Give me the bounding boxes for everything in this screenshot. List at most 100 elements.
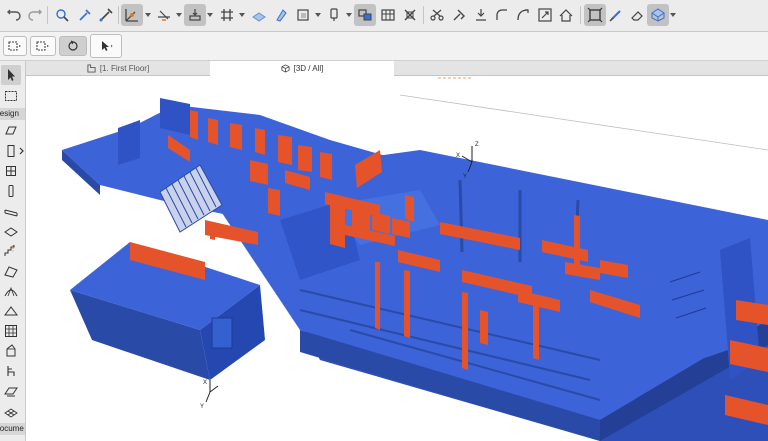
guide-lines-button[interactable] — [153, 4, 175, 26]
eraser-button[interactable] — [626, 4, 648, 26]
skylight-tool[interactable] — [1, 301, 21, 321]
gravity-button[interactable] — [184, 4, 206, 26]
curtain-wall-tool[interactable] — [1, 321, 21, 341]
layer-icon — [276, 9, 287, 22]
3d-cube-icon — [587, 7, 603, 23]
door-tool[interactable] — [1, 141, 21, 161]
find-select-button[interactable] — [51, 4, 73, 26]
pointer-tool-button[interactable] — [90, 34, 122, 58]
3d-view-dropdown[interactable] — [670, 11, 676, 19]
tab-first-floor[interactable]: [1. First Floor] — [26, 61, 210, 76]
toolbar-separator — [47, 6, 48, 24]
pointer-icon — [8, 69, 15, 81]
toolbox-collapse-marker[interactable]: ⋮ — [0, 243, 25, 255]
fillet-icon — [496, 9, 507, 20]
3d-view-button[interactable] — [647, 4, 669, 26]
marquee-button[interactable] — [584, 4, 606, 26]
shell-tool[interactable] — [1, 281, 21, 301]
renovation-dropdown[interactable] — [315, 11, 321, 19]
snap-guides-dropdown[interactable] — [145, 11, 151, 19]
layer-button[interactable] — [270, 4, 292, 26]
curtain-wall-icon — [5, 325, 17, 337]
slab-tool[interactable] — [1, 221, 21, 241]
trace-icon — [330, 8, 338, 21]
suspend-groups-icon — [252, 12, 266, 22]
3d-viewport[interactable]: Z X Y X Y — [26, 76, 768, 441]
split-button[interactable] — [426, 4, 448, 26]
chevron-down-icon — [145, 12, 151, 17]
toolbar-separator — [580, 6, 581, 24]
guide-lines-dropdown[interactable] — [176, 11, 182, 19]
teamwork-icon — [358, 9, 372, 21]
right-block — [660, 252, 728, 370]
tab-3d-all[interactable]: [3D / All] — [210, 61, 394, 76]
resize-button[interactable] — [534, 4, 556, 26]
zone-tool[interactable] — [1, 381, 21, 401]
origin-x-label: X — [203, 380, 207, 386]
renovation-button[interactable] — [292, 4, 314, 26]
origin-y-label: Y — [200, 404, 204, 410]
chevron-down-icon — [239, 12, 245, 17]
shell-icon — [4, 286, 18, 297]
door-icon — [7, 145, 15, 157]
teamwork-button[interactable] — [354, 4, 376, 26]
document-section-label: Docume — [0, 423, 25, 435]
orbit-icon — [68, 40, 78, 51]
chevron-down-icon — [176, 12, 182, 17]
snap-guides-button[interactable] — [121, 4, 143, 26]
view-tab-bar: [1. First Floor] [3D / All] — [26, 61, 768, 76]
arrow-tool[interactable] — [1, 65, 21, 85]
pointer-icon — [102, 41, 113, 51]
marquee-tool[interactable] — [1, 86, 21, 106]
3d-model-scene[interactable]: Z X Y X Y — [26, 76, 768, 441]
offset-button[interactable] — [470, 4, 492, 26]
gravity-dropdown[interactable] — [207, 11, 213, 19]
trace-dropdown[interactable] — [346, 11, 352, 19]
chevron-down-icon — [315, 12, 321, 17]
roof-button[interactable] — [555, 4, 577, 26]
curve-button[interactable] — [512, 4, 534, 26]
roof-tool[interactable] — [1, 261, 21, 281]
column-tool[interactable] — [1, 181, 21, 201]
axis-y-label: Y — [463, 174, 467, 180]
3d-cube-icon — [651, 8, 665, 22]
suspend-groups-button[interactable] — [248, 4, 270, 26]
chevron-right-icon — [19, 147, 24, 155]
column-icon — [8, 185, 14, 197]
orbit-button[interactable] — [59, 36, 87, 56]
grid-snap-dropdown[interactable] — [239, 11, 245, 19]
undo-button[interactable] — [3, 4, 25, 26]
design-section-label: Design — [0, 108, 25, 120]
mesh-icon — [4, 408, 18, 418]
window-tool[interactable] — [1, 161, 21, 181]
info-box-toolbar — [0, 32, 768, 61]
mesh-tool[interactable] — [1, 401, 21, 421]
inject-parameters-button[interactable] — [95, 4, 117, 26]
pick-up-parameters-button[interactable] — [74, 4, 96, 26]
grid-snap-button[interactable] — [216, 4, 238, 26]
redo-button[interactable] — [24, 4, 46, 26]
adjust-button[interactable] — [448, 4, 470, 26]
morph-tool[interactable] — [1, 341, 21, 361]
chair-icon — [7, 366, 15, 376]
floor-plan-toggle[interactable] — [3, 36, 27, 56]
fillet-button[interactable] — [491, 4, 513, 26]
beam-tool[interactable] — [1, 201, 21, 221]
section-marker-button[interactable] — [377, 4, 399, 26]
resize-icon — [631, 11, 643, 21]
wall-tool[interactable] — [1, 121, 21, 141]
zone-icon — [4, 387, 18, 397]
gravity-icon — [189, 9, 201, 21]
object-tool[interactable] — [1, 361, 21, 381]
split-icon — [430, 9, 444, 21]
explode-button[interactable] — [399, 4, 421, 26]
slab-icon — [4, 227, 18, 237]
selection-filter-button[interactable] — [30, 36, 56, 56]
axis-x-label: X — [456, 153, 460, 159]
eyedropper-icon — [609, 10, 621, 22]
trace-button[interactable] — [323, 4, 345, 26]
arrow-select-icon — [56, 9, 69, 22]
brush-button[interactable] — [605, 4, 627, 26]
horizon-line — [399, 94, 768, 151]
tower-wall — [118, 120, 140, 165]
